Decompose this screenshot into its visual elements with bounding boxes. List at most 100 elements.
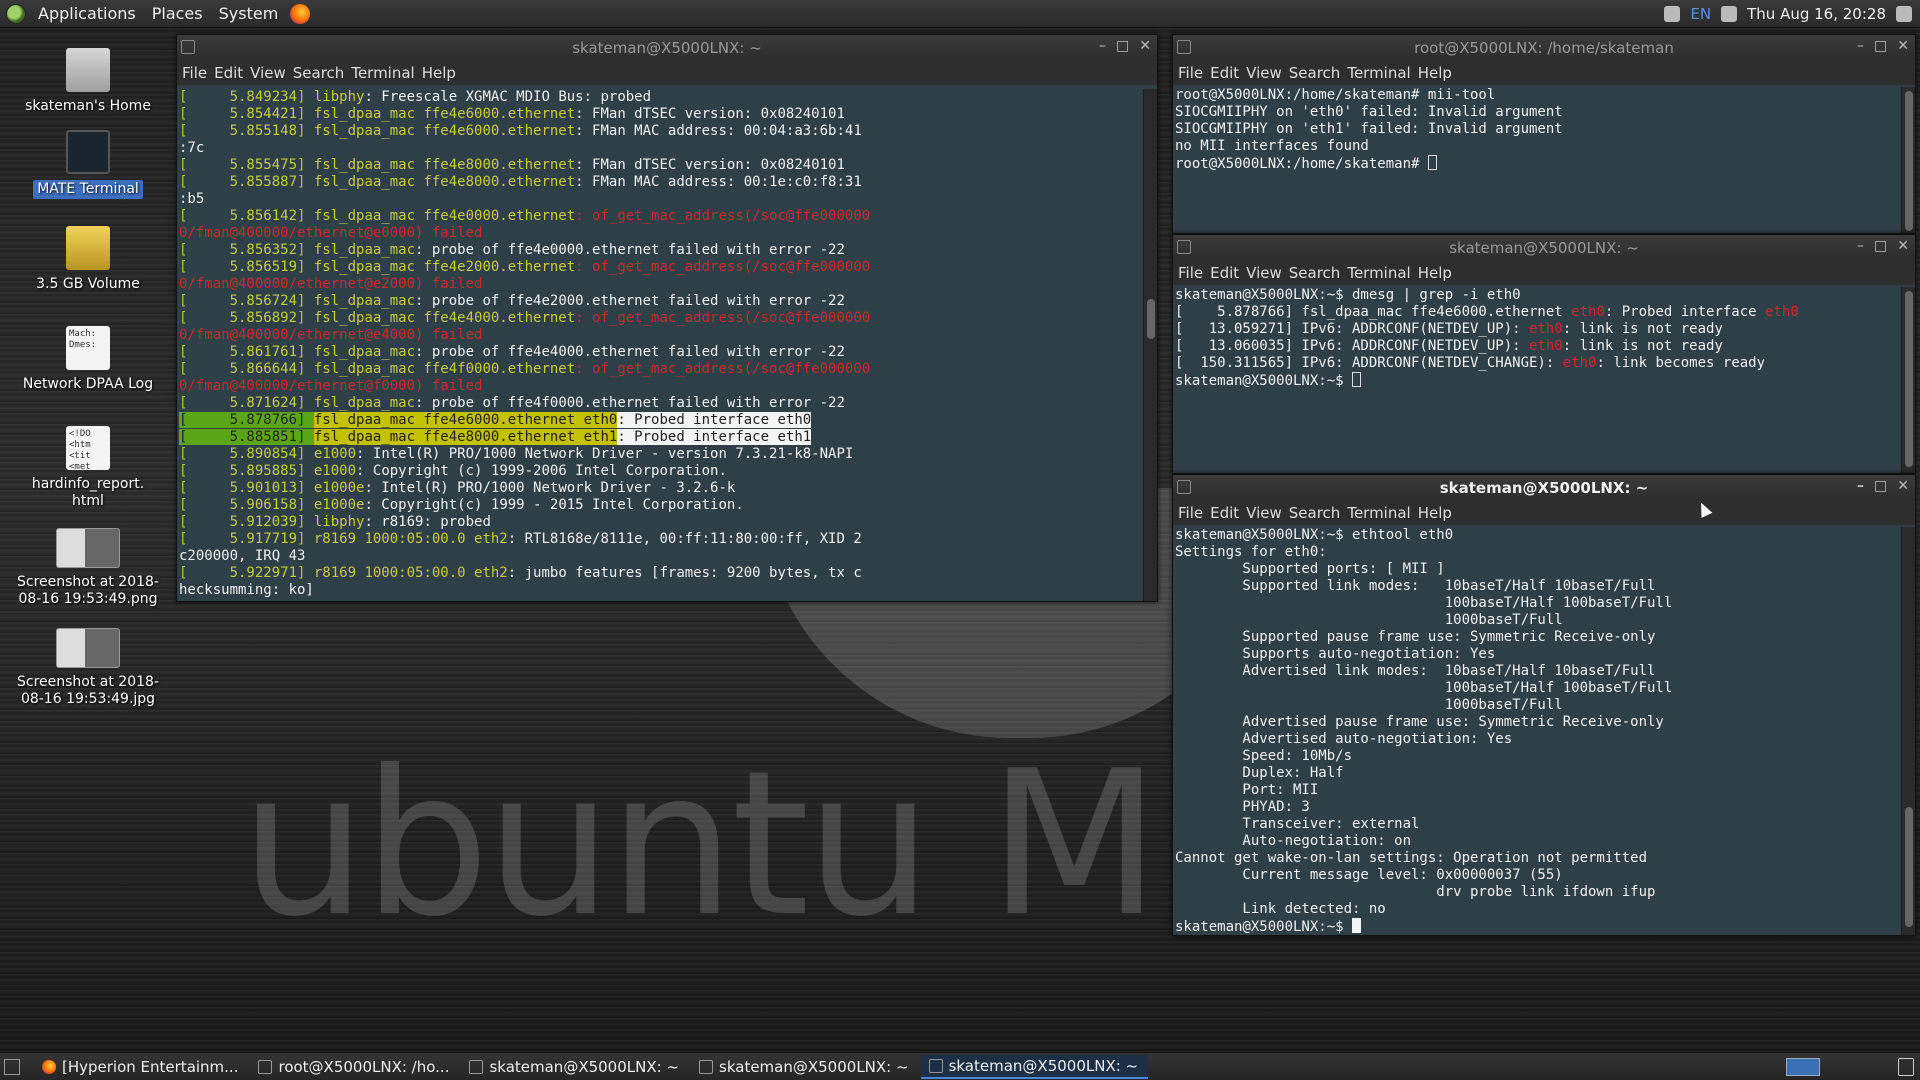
session-icon[interactable] (1896, 6, 1912, 22)
scrollbar-thumb[interactable] (1147, 299, 1155, 339)
taskbar-button[interactable]: [Hyperion Entertainm... (34, 1055, 248, 1079)
minimize-button[interactable]: – (1857, 478, 1864, 494)
menu-item-search[interactable]: Search (293, 64, 345, 82)
menu-item-help[interactable]: Help (1418, 64, 1452, 82)
terminal-output[interactable]: root@X5000LNX:/home/skateman# mii-tool SI… (1173, 87, 1901, 233)
close-button[interactable]: ✕ (1897, 478, 1909, 494)
terminal-window-root[interactable]: root@X5000LNX: /home/skateman – □ ✕ File Ed… (1172, 34, 1916, 234)
menu-item-help[interactable]: Help (1418, 504, 1452, 522)
minimize-button[interactable]: – (1857, 238, 1864, 254)
trash-icon[interactable] (1898, 1057, 1914, 1076)
terminal-line: 0/fman@400000/ethernet@e2000) failed (179, 276, 1143, 293)
terminal-text: : Probed interface (1604, 304, 1766, 320)
scrollbar-thumb[interactable] (1905, 291, 1913, 467)
desktop-icon-screenshot-png[interactable]: Screenshot at 2018- 08-16 19:53:49.png (8, 528, 168, 608)
menu-applications[interactable]: Applications (30, 4, 144, 23)
menu-places[interactable]: Places (144, 4, 211, 23)
terminal-text: Advertised pause frame use: Symmetric Re… (1175, 714, 1664, 730)
terminal-line: skateman@X5000LNX:~$ ethtool eth0 (1175, 527, 1901, 544)
taskbar-button[interactable]: root@X5000LNX: /ho... (250, 1055, 459, 1079)
desktop-icon-hardinfo-report[interactable]: <!DO <htm <tit <met hardinfo_report. htm… (8, 426, 168, 510)
window-titlebar[interactable]: skateman@X5000LNX: ~ – □ ✕ (177, 35, 1157, 61)
menu-item-file[interactable]: File (182, 64, 207, 82)
minimize-button[interactable]: – (1857, 38, 1864, 54)
terminal-text: libphy (313, 514, 365, 530)
terminal-output[interactable]: skateman@X5000LNX:~$ ethtool eth0 Setting… (1173, 527, 1901, 935)
menu-item-edit[interactable]: Edit (1210, 64, 1239, 82)
terminal-window-grep[interactable]: skateman@X5000LNX: ~ – □ ✕ File Edit View Sea… (1172, 234, 1916, 474)
terminal-text: : FMan dTSEC version: 0x08240101 (575, 106, 845, 122)
menu-item-search[interactable]: Search (1289, 64, 1341, 82)
terminal-window-ethtool[interactable]: skateman@X5000LNX: ~ – □ ✕ File Edit View Sea… (1172, 474, 1916, 936)
menu-item-view[interactable]: View (1246, 504, 1282, 522)
scrollbar[interactable] (1901, 527, 1915, 935)
terminal-text: Auto-negotiation: on (1175, 833, 1412, 849)
terminal-line: Auto-negotiation: on (1175, 833, 1901, 850)
menu-item-edit[interactable]: Edit (214, 64, 243, 82)
scrollbar[interactable] (1901, 87, 1915, 233)
clock[interactable]: Thu Aug 16, 20:28 (1747, 5, 1886, 23)
terminal-window-dmesg[interactable]: skateman@X5000LNX: ~ – □ ✕ File Edit View Sea… (176, 34, 1158, 602)
taskbar-button[interactable]: skateman@X5000LNX: ~ (691, 1055, 919, 1079)
menu-item-edit[interactable]: Edit (1210, 504, 1239, 522)
menu-item-terminal[interactable]: Terminal (1347, 64, 1410, 82)
taskbar-button[interactable]: skateman@X5000LNX: ~ (461, 1055, 689, 1079)
maximize-button[interactable]: □ (1116, 38, 1129, 54)
minimize-button[interactable]: – (1099, 38, 1106, 54)
window-titlebar[interactable]: skateman@X5000LNX: ~ – □ ✕ (1173, 235, 1915, 261)
menu-item-view[interactable]: View (1246, 264, 1282, 282)
menu-item-search[interactable]: Search (1289, 504, 1341, 522)
terminal-line: [ 5.856519] fsl_dpaa_mac ffe4e2000.ether… (179, 259, 1143, 276)
terminal-text: SIOCGMIIPHY on 'eth1' failed: Invalid ar… (1175, 121, 1563, 137)
volume-icon[interactable] (1721, 6, 1738, 22)
menu-item-view[interactable]: View (1246, 64, 1282, 82)
menu-item-help[interactable]: Help (1418, 264, 1452, 282)
scrollbar[interactable] (1901, 287, 1915, 473)
menu-item-file[interactable]: File (1178, 504, 1203, 522)
menu-item-file[interactable]: File (1178, 264, 1203, 282)
menu-item-search[interactable]: Search (1289, 264, 1341, 282)
show-desktop-icon[interactable] (4, 1058, 20, 1075)
desktop-icon-mate-terminal[interactable]: MATE Terminal (8, 130, 168, 199)
menu-item-edit[interactable]: Edit (1210, 264, 1239, 282)
window-titlebar[interactable]: skateman@X5000LNX: ~ – □ ✕ (1173, 475, 1915, 501)
menu-item-help[interactable]: Help (422, 64, 456, 82)
terminal-line: [ 5.917719] r8169 1000:05:00.0 eth2: RTL… (179, 531, 1143, 548)
taskbar-button[interactable]: skateman@X5000LNX: ~ (920, 1054, 1149, 1079)
scrollbar-thumb[interactable] (1905, 91, 1913, 231)
menu-item-terminal[interactable]: Terminal (1347, 504, 1410, 522)
menu-system[interactable]: System (211, 4, 287, 23)
close-button[interactable]: ✕ (1897, 38, 1909, 54)
keyboard-layout-indicator[interactable]: EN (1690, 5, 1711, 23)
desktop-icon-network-dpaa-log[interactable]: Mach: Dmes: Network DPAA Log (8, 326, 168, 393)
desktop-icon-volume[interactable]: 3.5 GB Volume (8, 226, 168, 293)
terminal-text: no MII interfaces found (1175, 138, 1369, 154)
terminal-text: ] (297, 106, 314, 122)
close-button[interactable]: ✕ (1139, 38, 1151, 54)
desktop-icon-label: MATE Terminal (33, 180, 143, 199)
terminal-text: 0/fman@400000/ethernet@e2000) failed (179, 276, 483, 292)
desktop-icon-screenshot-jpg[interactable]: Screenshot at 2018- 08-16 19:53:49.jpg (8, 628, 168, 708)
terminal-output[interactable]: [ 5.849234] libphy: Freescale XGMAC MDIO… (177, 89, 1143, 601)
scrollbar-thumb[interactable] (1905, 807, 1913, 927)
desktop-icon-home[interactable]: skateman's Home (8, 48, 168, 115)
menu-item-file[interactable]: File (1178, 64, 1203, 82)
menu-item-terminal[interactable]: Terminal (1347, 264, 1410, 282)
maximize-button[interactable]: □ (1874, 38, 1887, 54)
terminal-text: [ (179, 157, 196, 173)
scrollbar[interactable] (1143, 89, 1157, 601)
terminal-output[interactable]: skateman@X5000LNX:~$ dmesg | grep -i eth… (1173, 287, 1901, 473)
menu-item-terminal[interactable]: Terminal (351, 64, 414, 82)
firefox-launcher-icon[interactable] (290, 3, 311, 24)
terminal-text: hecksumming: ko] (179, 582, 314, 598)
maximize-button[interactable]: □ (1874, 478, 1887, 494)
terminal-text: 5.856519 (195, 259, 298, 275)
menu-item-view[interactable]: View (250, 64, 286, 82)
window-titlebar[interactable]: root@X5000LNX: /home/skateman – □ ✕ (1173, 35, 1915, 61)
workspace-switcher[interactable] (1786, 1057, 1820, 1076)
maximize-button[interactable]: □ (1874, 238, 1887, 254)
close-button[interactable]: ✕ (1897, 238, 1909, 254)
desktop-icon-label: Screenshot at 2018- 08-16 19:53:49.jpg (16, 674, 159, 707)
network-icon[interactable] (1664, 6, 1681, 22)
mate-logo-icon[interactable] (6, 3, 26, 24)
